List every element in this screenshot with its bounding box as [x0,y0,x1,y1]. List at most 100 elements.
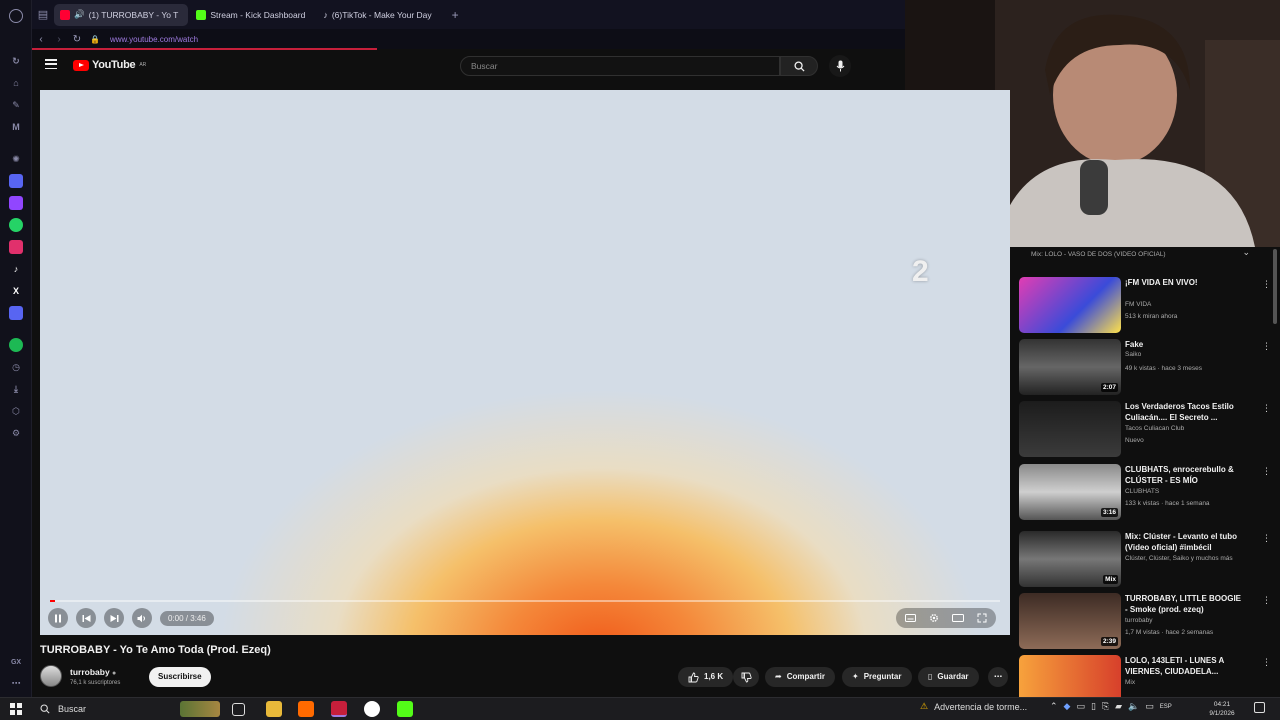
subscribe-button[interactable]: Suscribirse [149,667,211,687]
start-button[interactable] [10,703,22,715]
recommendation-item[interactable]: LOLO, 143LETI - LUNES A VIERNES, CIUDADE… [1019,655,1275,697]
browser-logo-icon[interactable] [9,9,23,23]
cube-icon[interactable]: ⬡ [9,404,23,418]
recommendation-title[interactable]: ¡FM VIDA EN VIVO! [1125,277,1245,288]
more-options-icon[interactable]: ⋮ [1262,403,1271,414]
recommendation-title[interactable]: CLUBHATS, enrocerebullo & CLÚSTER - ES M… [1125,464,1245,486]
tab-youtube[interactable]: 🔊 (1) TURROBABY - Yo T [54,3,189,26]
video-thumbnail[interactable] [1019,277,1121,333]
recommendation-title[interactable]: Fake [1125,339,1245,350]
reload-icon[interactable]: ↻ [68,34,86,45]
tray-app-icon[interactable]: ▭ [1076,701,1085,712]
recommendation-channel[interactable]: Mix [1125,679,1245,686]
recommendation-channel[interactable]: Tacos Culiacan Club [1125,425,1245,432]
weather-warning[interactable]: ⚠ Advertencia de torme... [920,701,1027,712]
more-options-icon[interactable]: ⋮ [1262,466,1271,477]
pause-button[interactable] [48,608,68,628]
more-icon[interactable]: ⋯ [9,676,23,690]
tray-app-icon[interactable]: ⎘ [1102,701,1109,712]
clock[interactable]: 04:21 9/1/2026 [1198,700,1246,718]
recommendation-item[interactable]: Los Verdaderos Tacos Estilo Culiacán....… [1019,401,1275,459]
obs-icon[interactable] [364,701,380,717]
download-icon[interactable]: ⤓ [9,382,23,396]
tray-app-icon[interactable]: ◆ [1064,701,1071,712]
video-thumbnail[interactable] [1019,655,1121,697]
mail-icon[interactable]: M [9,120,23,134]
discord-icon[interactable] [9,306,23,320]
save-button[interactable]: ▯ Guardar [918,667,979,687]
twitch-icon[interactable] [9,196,23,210]
more-options-icon[interactable]: ⋮ [1262,341,1271,352]
notifications-icon[interactable] [1254,702,1265,713]
more-options-icon[interactable]: ⋮ [1262,533,1271,544]
youtube-logo[interactable]: YouTube AR [73,59,146,71]
chevron-up-icon[interactable]: ⌃ [1050,701,1058,712]
recommendation-channel[interactable]: Clúster, Clúster, Saiko y muchos más [1125,555,1245,562]
pencil-icon[interactable]: ✎ [9,98,23,112]
chevron-down-icon[interactable]: ⌄ [1242,247,1250,258]
recommendation-channel[interactable]: CLUBHATS [1125,488,1245,495]
more-options-icon[interactable]: ⋮ [1262,595,1271,606]
theater-button[interactable] [948,608,968,628]
video-player[interactable]: 2 0:00 / 3:46 [40,90,1010,635]
chatgpt-icon[interactable]: ✺ [9,152,23,166]
task-view-icon[interactable] [232,703,245,716]
history-icon[interactable]: ↻ [9,54,23,68]
more-options-icon[interactable]: ⋮ [1262,279,1271,290]
search-button[interactable] [780,56,818,76]
channel-name[interactable]: turrobaby ● [70,667,116,677]
minecraft-icon[interactable] [397,701,413,717]
recommendation-item[interactable]: 3:16 CLUBHATS, enrocerebullo & CLÚSTER - … [1019,464,1275,522]
ask-button[interactable]: ✦ Preguntar [842,667,912,687]
recommendation-item[interactable]: 2:07 Fake Saiko 49 k vistas · hace 3 meses ⋮ [1019,339,1275,397]
more-actions-button[interactable]: ⋯ [988,667,1008,687]
recommendation-channel[interactable]: FM VIDA [1125,301,1245,308]
app-icon[interactable] [9,174,23,188]
tab-kick[interactable]: Stream - Kick Dashboard [190,4,315,26]
volume-icon[interactable]: 🔈 [1128,701,1139,712]
recommendation-title[interactable]: Mix: Clúster - Levanto el tubo (Video of… [1125,531,1245,553]
brave-icon[interactable] [298,701,314,717]
x-icon[interactable]: X [9,284,23,298]
next-button[interactable] [104,608,124,628]
share-button[interactable]: ➦ Compartir [765,667,835,687]
tray-app-icon[interactable]: ▯ [1091,701,1096,712]
recommendation-title[interactable]: TURROBABY, LITTLE BOOGIE - Smoke (prod. … [1125,593,1245,615]
settings-icon[interactable]: ⚙ [9,426,23,440]
tab-tiktok[interactable]: ♪ (6)TikTok - Make Your Day [317,4,441,26]
video-thumbnail[interactable]: Mix [1019,531,1121,587]
url-field[interactable]: www.youtube.com/watch [110,35,198,44]
video-thumbnail[interactable] [1019,401,1121,457]
opera-gx-icon[interactable] [331,701,347,717]
like-button[interactable]: 1,6 K [678,667,734,687]
video-thumbnail[interactable]: 2:07 [1019,339,1121,395]
new-tab-button[interactable]: + [452,8,459,22]
search-input[interactable]: Buscar [460,56,780,76]
file-explorer-icon[interactable] [266,701,282,717]
fullscreen-button[interactable] [972,608,992,628]
progress-bar[interactable] [50,600,1000,602]
spotify-icon[interactable] [9,338,23,352]
tiktok-icon[interactable]: ♪ [9,262,23,276]
network-icon[interactable]: ▰ [1115,701,1122,712]
video-thumbnail[interactable]: 3:16 [1019,464,1121,520]
settings-button[interactable] [924,608,944,628]
gx-icon[interactable]: GX [9,655,23,669]
mix-header[interactable]: Mix: LOLO - VASO DE DOS (VIDEO OFICIAL) … [1013,247,1280,265]
more-options-icon[interactable]: ⋮ [1262,657,1271,668]
instagram-icon[interactable] [9,240,23,254]
back-icon[interactable]: ‹ [32,34,50,45]
subtitles-button[interactable] [900,608,920,628]
previous-button[interactable] [76,608,96,628]
workspaces-icon[interactable]: ▤ [32,4,54,26]
recommendation-title[interactable]: LOLO, 143LETI - LUNES A VIERNES, CIUDADE… [1125,655,1245,677]
recommendation-channel[interactable]: turrobaby [1125,617,1245,624]
taskbar-search[interactable]: Buscar [36,700,171,718]
channel-avatar[interactable] [40,665,62,687]
volume-button[interactable] [132,608,152,628]
recommendation-channel[interactable]: Saiko [1125,351,1245,358]
dislike-button[interactable] [733,667,759,687]
video-thumbnail[interactable]: 2:39 [1019,593,1121,649]
clock-icon[interactable]: ◷ [9,360,23,374]
voice-search-button[interactable] [829,55,851,77]
